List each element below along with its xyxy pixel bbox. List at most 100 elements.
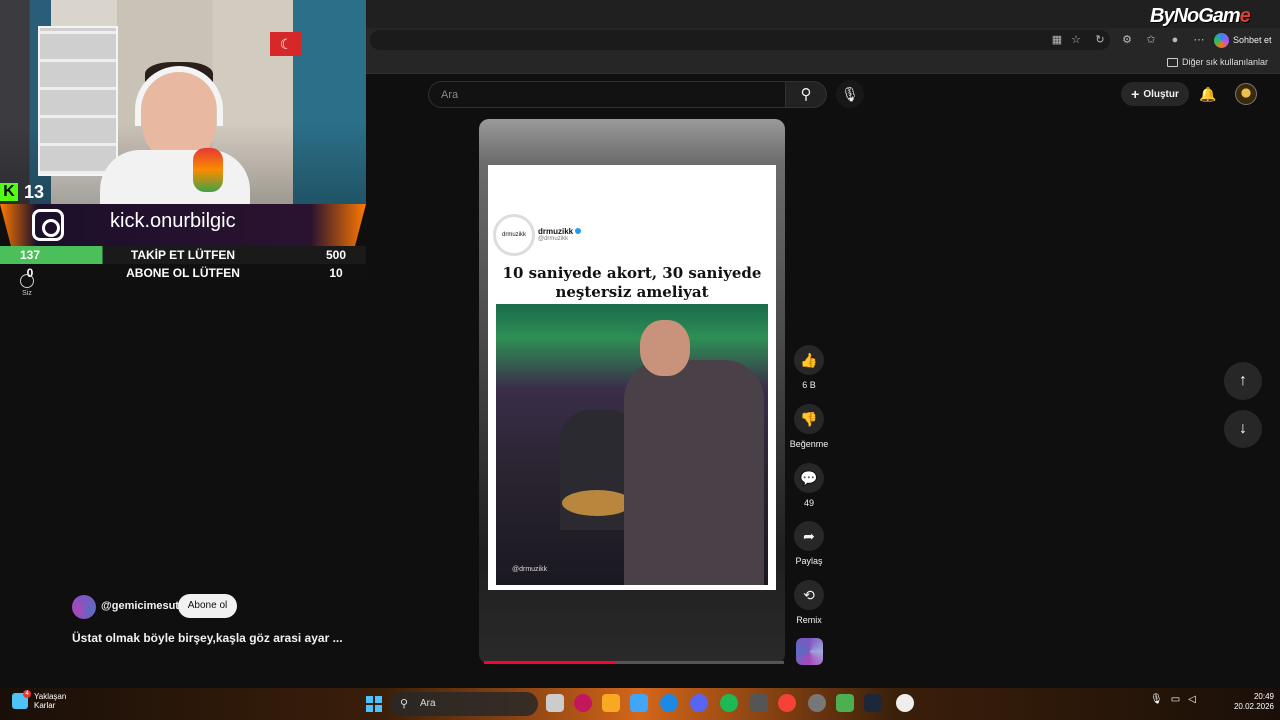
app-icon[interactable] (808, 694, 826, 712)
split-screen-icon[interactable]: ▦ (1050, 33, 1064, 47)
kick-count: 13 (24, 181, 45, 202)
refresh-icon[interactable]: ↻ (1093, 33, 1107, 47)
follow-goal-bar: 137 TAKİP ET LÜTFEN 500 (0, 246, 366, 264)
video-standing-singer (624, 360, 764, 585)
weather-widget[interactable]: 4 Yaklaşan Karlar (12, 690, 67, 710)
voice-search-button[interactable]: 🎙 (836, 80, 864, 108)
comment-count: 49 (803, 498, 814, 508)
system-tray[interactable]: 🎙 ▭ ◁ (1150, 694, 1196, 705)
short-caption[interactable]: Üstat olmak böyle birşey,kaşla göz arasi… (72, 631, 343, 645)
next-short-button[interactable]: ↓ (1224, 410, 1262, 448)
thumbs-up-icon: 👍 (800, 352, 818, 368)
kick-viewer-count: K 13 (0, 180, 44, 204)
instagram-icon (32, 209, 64, 241)
subscribe-button[interactable]: Abone ol (178, 594, 237, 618)
favorite-star-icon[interactable]: ☆ (1069, 33, 1083, 47)
task-view-icon[interactable] (546, 694, 564, 712)
dislike-label: Beğenme (789, 439, 829, 449)
taskbar-clock[interactable]: 20:49 20.02.2026 (1224, 692, 1274, 712)
you-nav-item[interactable]: Siz (16, 274, 38, 297)
opera-icon[interactable] (574, 694, 592, 712)
weather-icon: 4 (12, 690, 31, 709)
video-watermark: @drmuzikk (512, 566, 548, 573)
microphone-icon: 🎙 (841, 86, 859, 102)
taskbar-search[interactable]: ⚲ Ara (390, 692, 538, 716)
folder-icon (1166, 57, 1178, 67)
copilot-icon (1214, 32, 1229, 48)
card-account-handle: @drmuzikk (538, 236, 569, 242)
video-instrument (562, 490, 632, 516)
app-icon[interactable] (836, 694, 854, 712)
streamer-microphone (193, 148, 223, 192)
card-account-name: drmuzikk (538, 227, 582, 236)
file-explorer-icon[interactable] (602, 694, 620, 712)
background-shelf (38, 26, 118, 176)
extensions-icon[interactable]: ⚙ (1120, 33, 1134, 47)
other-favorites[interactable]: Diğer sık kullanılanlar (1166, 57, 1268, 67)
video-singer-face (640, 320, 690, 376)
weather-badge: 4 (23, 690, 31, 698)
favorites-icon[interactable]: ✩ (1144, 33, 1158, 47)
channel-name[interactable]: @gemicimesut (101, 600, 179, 612)
arrow-down-icon: ↓ (1239, 420, 1247, 437)
brand-text-accent: e (1239, 5, 1251, 27)
app-icon[interactable] (750, 694, 768, 712)
remix-label: Remix (796, 615, 822, 625)
profile-icon[interactable]: ● (1168, 33, 1182, 47)
chrome-icon[interactable] (778, 694, 796, 712)
subscribe-goal-bar: 0 ABONE OL LÜTFEN 10 (0, 264, 366, 282)
turkish-flag: ☾ (270, 32, 302, 56)
user-circle-icon (20, 274, 34, 288)
like-button[interactable]: 👍 (794, 345, 824, 375)
remix-icon: ⟲ (803, 587, 815, 603)
copilot-button[interactable]: Sohbet et (1214, 31, 1272, 49)
create-label: Oluştur (1143, 88, 1179, 100)
goal-current: 137 (19, 248, 41, 262)
goal-target: 500 (325, 248, 347, 262)
steam-icon[interactable] (864, 694, 882, 712)
address-bar[interactable] (370, 30, 1110, 50)
account-avatar[interactable] (1235, 83, 1257, 105)
goal-label: ABONE OL LÜTFEN (126, 266, 240, 280)
card-title: 10 saniyede akort, 30 saniyede neştersiz… (502, 264, 762, 301)
create-button[interactable]: + Oluştur (1121, 82, 1189, 106)
arrow-up-icon: ↑ (1239, 372, 1247, 389)
search-icon: ⚲ (400, 698, 409, 710)
channel-avatar[interactable] (72, 595, 96, 619)
dislike-button[interactable]: 👎 (794, 404, 824, 434)
previous-short-button[interactable]: ↑ (1224, 362, 1262, 400)
share-button[interactable]: ➦ (794, 521, 824, 551)
kick-url: kick.onurbilgic (110, 210, 236, 232)
comment-icon: 💬 (800, 470, 818, 486)
windows-start-icon[interactable] (366, 696, 382, 712)
streamer-shirt (100, 150, 250, 205)
thumbs-down-icon: 👎 (800, 411, 818, 427)
card-account-name-text: drmuzikk (538, 227, 574, 236)
edge-icon[interactable] (660, 694, 678, 712)
spotify-icon[interactable] (720, 694, 738, 712)
clock-time: 20:49 (1253, 692, 1274, 701)
settings-gear-icon[interactable] (896, 694, 914, 712)
goal-label: TAKİP ET LÜTFEN (130, 248, 236, 262)
other-favorites-label: Diğer sık kullanılanlar (1181, 57, 1268, 67)
brand-text: ByNoGam (1150, 5, 1241, 27)
search-icon: ⚲ (800, 86, 812, 103)
remix-button[interactable]: ⟲ (794, 580, 824, 610)
weather-line1: Yaklaşan (34, 692, 67, 701)
you-label: Siz (22, 290, 32, 297)
search-input[interactable]: Ara (428, 81, 786, 108)
share-label: Paylaş (795, 556, 823, 566)
notifications-bell-icon[interactable]: 🔔 (1198, 84, 1218, 104)
kick-logo-icon: K (0, 183, 18, 201)
taskbar-search-label: Ara (420, 698, 436, 709)
search-button[interactable]: ⚲ (785, 81, 827, 108)
microphone-icon: 🎙 (1150, 694, 1163, 705)
store-icon[interactable] (630, 694, 648, 712)
sound-thumbnail[interactable] (796, 638, 823, 665)
goal-target: 10 (329, 266, 343, 280)
webcam-overlay: ☾ (0, 0, 366, 205)
more-menu-icon[interactable]: ⋯ (1192, 33, 1206, 47)
weather-line2: Karlar (34, 701, 56, 710)
discord-icon[interactable] (690, 694, 708, 712)
comments-button[interactable]: 💬 (794, 463, 824, 493)
